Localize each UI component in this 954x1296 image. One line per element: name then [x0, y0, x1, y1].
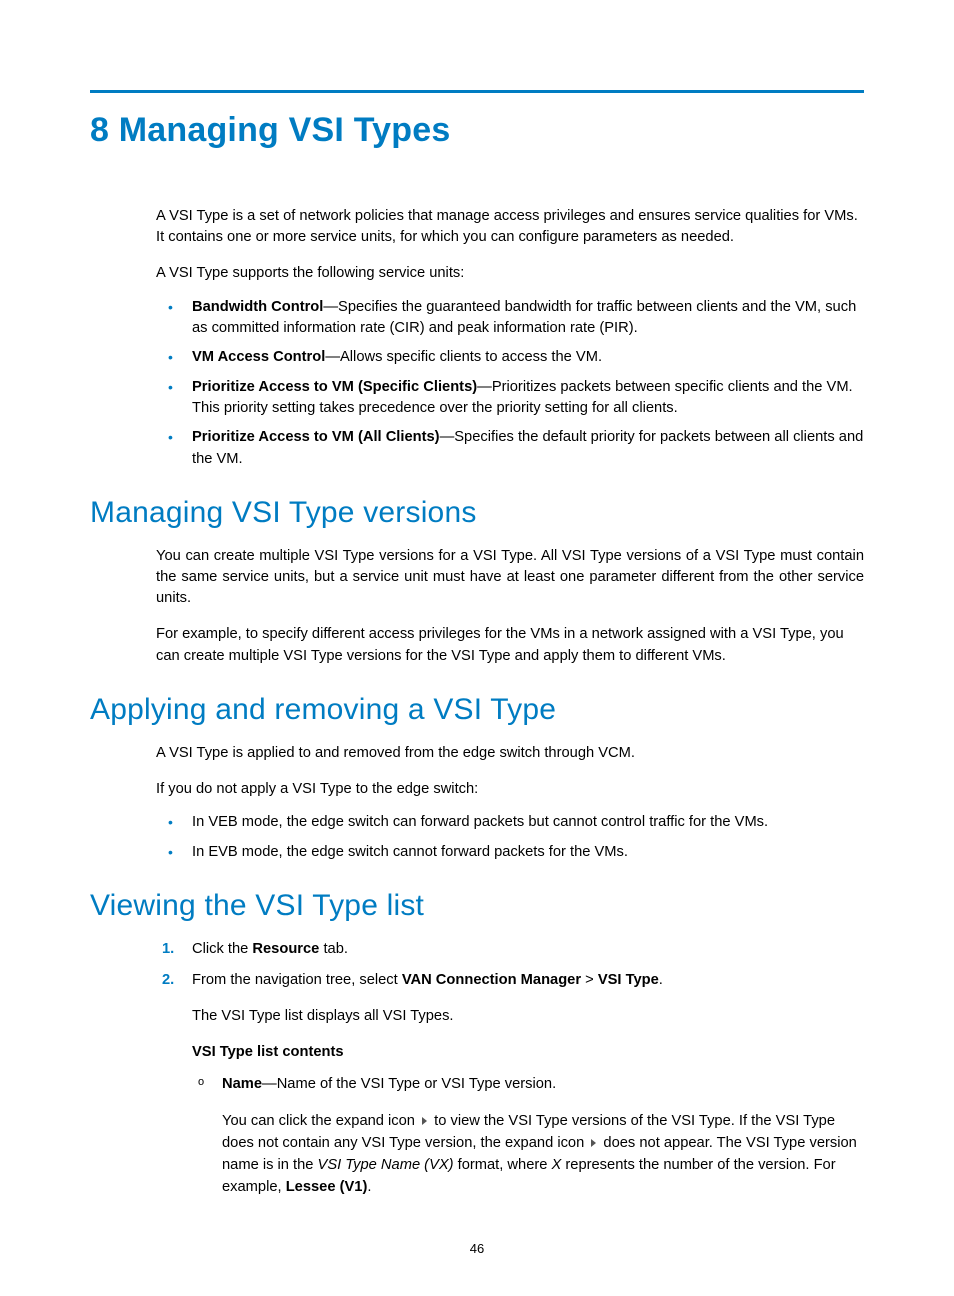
section-title-view: Viewing the VSI Type list — [90, 889, 864, 923]
steps-list: Click the Resource tab. From the navigat… — [156, 939, 864, 992]
apply-p2: If you do not apply a VSI Type to the ed… — [156, 779, 864, 800]
apply-bullet-item: In EVB mode, the edge switch cannot forw… — [156, 842, 864, 863]
contents-subtext: You can click the expand icon to view th… — [222, 1110, 864, 1198]
service-unit-item: VM Access Control—Allows specific client… — [156, 347, 864, 368]
step-item: From the navigation tree, select VAN Con… — [156, 970, 864, 991]
service-unit-item: Prioritize Access to VM (Specific Client… — [156, 377, 864, 420]
contents-item: Name—Name of the VSI Type or VSI Type ve… — [192, 1074, 864, 1095]
service-unit-item: Bandwidth Control—Specifies the guarante… — [156, 297, 864, 340]
step-subtext: The VSI Type list displays all VSI Types… — [192, 1006, 864, 1027]
intro-paragraph-1: A VSI Type is a set of network policies … — [156, 206, 864, 249]
versions-p1: You can create multiple VSI Type version… — [156, 546, 864, 610]
apply-bullets: In VEB mode, the edge switch can forward… — [156, 812, 864, 863]
top-rule — [90, 90, 864, 93]
service-unit-item: Prioritize Access to VM (All Clients)—Sp… — [156, 427, 864, 470]
section-title-versions: Managing VSI Type versions — [90, 496, 864, 530]
page-number: 46 — [0, 1241, 954, 1256]
list-contents-heading: VSI Type list contents — [192, 1042, 864, 1063]
contents-list: Name—Name of the VSI Type or VSI Type ve… — [192, 1074, 864, 1095]
intro-paragraph-2: A VSI Type supports the following servic… — [156, 263, 864, 284]
apply-bullet-item: In VEB mode, the edge switch can forward… — [156, 812, 864, 833]
versions-p2: For example, to specify different access… — [156, 624, 864, 667]
expand-icon — [422, 1117, 427, 1125]
apply-p1: A VSI Type is applied to and removed fro… — [156, 743, 864, 764]
step-item: Click the Resource tab. — [156, 939, 864, 960]
chapter-title: 8 Managing VSI Types — [90, 111, 864, 150]
expand-icon — [591, 1139, 596, 1147]
service-unit-list: Bandwidth Control—Specifies the guarante… — [156, 297, 864, 470]
section-title-apply: Applying and removing a VSI Type — [90, 693, 864, 727]
